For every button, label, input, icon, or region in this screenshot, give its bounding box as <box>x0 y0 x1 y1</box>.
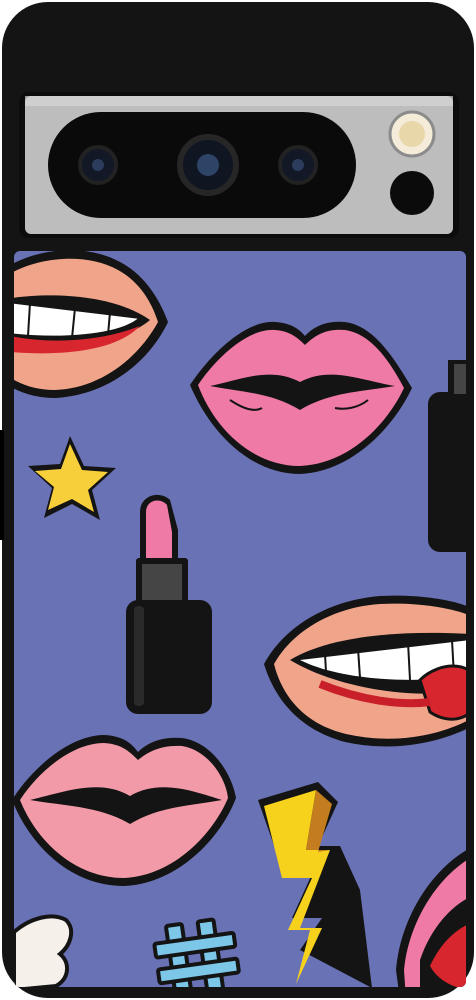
sensor-icon <box>390 171 434 215</box>
print-area <box>14 251 466 987</box>
camera-bar <box>19 92 459 238</box>
side-button <box>0 430 4 540</box>
hand-motif <box>14 914 74 987</box>
phone-case-back <box>0 2 474 998</box>
